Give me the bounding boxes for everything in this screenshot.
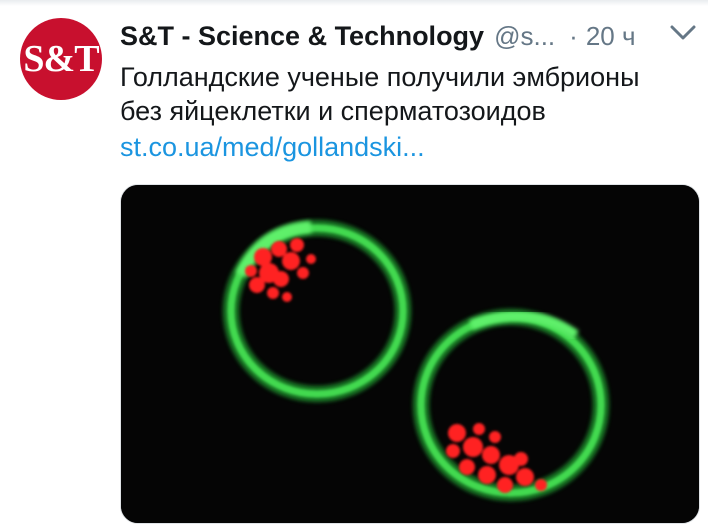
timestamp[interactable]: 20 ч	[586, 21, 636, 52]
user-handle[interactable]: @s...	[494, 21, 555, 52]
tweet-text: Голландские ученые получили эмбрионы без…	[120, 60, 690, 128]
display-name[interactable]: S&T - Science & Technology	[120, 21, 484, 52]
avatar[interactable]: S&T	[20, 18, 102, 100]
tweet-text-line: Голландские ученые получили эмбрионы	[120, 62, 640, 92]
tweet-media-image[interactable]	[120, 184, 700, 524]
chevron-down-icon	[670, 25, 696, 40]
tweet-link[interactable]: st.co.ua/med/gollandski...	[120, 130, 425, 164]
top-edge-shadow	[0, 0, 708, 6]
tweet-text-line: без яйцеклетки и сперматозоидов	[120, 96, 546, 126]
tweet-header: S&T - Science & Technology @s... · 20 ч	[120, 14, 640, 58]
more-options-button[interactable]	[666, 20, 700, 46]
embryo-microscopy-image	[121, 185, 699, 523]
separator-dot: ·	[569, 20, 578, 51]
